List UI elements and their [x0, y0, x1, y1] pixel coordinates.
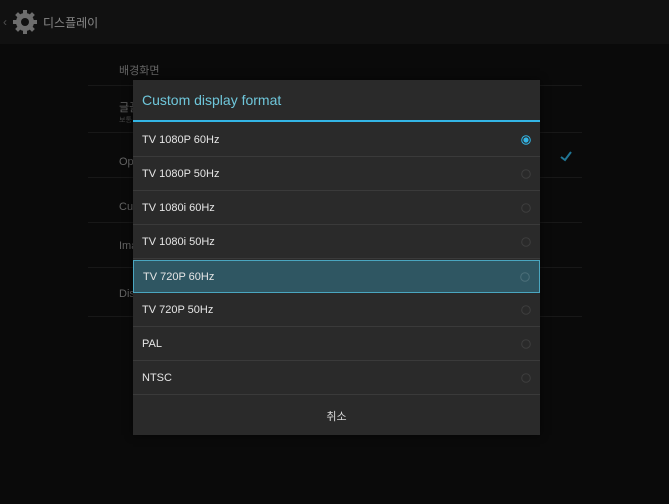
display-format-dialog: Custom display format TV 1080P 60Hz TV 1…	[133, 80, 540, 435]
option-tv-720p-50hz[interactable]: TV 720P 50Hz	[133, 294, 540, 327]
option-label: TV 720P 60Hz	[143, 270, 215, 283]
option-label: TV 1080P 60Hz	[142, 134, 220, 146]
radio-unchecked-icon[interactable]	[521, 169, 531, 179]
option-label: TV 1080i 60Hz	[142, 202, 215, 214]
radio-unchecked-icon[interactable]	[521, 203, 531, 213]
radio-unchecked-icon[interactable]	[521, 237, 531, 247]
option-pal[interactable]: PAL	[133, 328, 540, 361]
option-tv-1080i-50hz[interactable]: TV 1080i 50Hz	[133, 226, 540, 259]
option-tv-720p-60hz[interactable]: TV 720P 60Hz	[133, 260, 540, 293]
radio-unchecked-icon[interactable]	[521, 373, 531, 383]
option-tv-1080i-60hz[interactable]: TV 1080i 60Hz	[133, 192, 540, 225]
option-label: NTSC	[142, 372, 172, 384]
radio-unchecked-icon[interactable]	[520, 272, 530, 282]
option-label: TV 1080P 50Hz	[142, 168, 220, 180]
option-tv-1080p-60hz[interactable]: TV 1080P 60Hz	[133, 124, 540, 157]
option-label: TV 720P 50Hz	[142, 304, 214, 316]
option-label: PAL	[142, 338, 162, 350]
radio-unchecked-icon[interactable]	[521, 305, 531, 315]
radio-checked-icon[interactable]	[521, 135, 531, 145]
cancel-button[interactable]: 취소	[133, 396, 540, 435]
radio-unchecked-icon[interactable]	[521, 339, 531, 349]
option-label: TV 1080i 50Hz	[142, 236, 215, 248]
option-ntsc[interactable]: NTSC	[133, 362, 540, 395]
dialog-title: Custom display format	[133, 80, 540, 122]
option-tv-1080p-50hz[interactable]: TV 1080P 50Hz	[133, 158, 540, 191]
